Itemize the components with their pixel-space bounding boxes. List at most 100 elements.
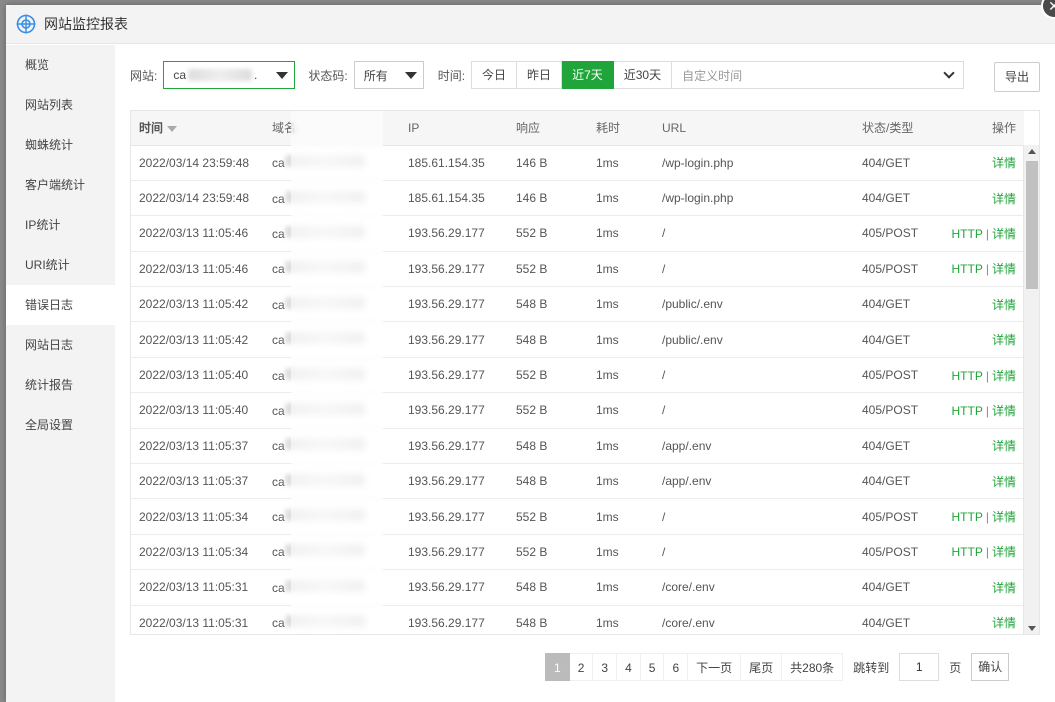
vertical-scrollbar[interactable] (1023, 145, 1039, 634)
cell-status: 404/GET (858, 569, 948, 606)
site-select[interactable]: ca . (163, 61, 296, 89)
scroll-down-icon[interactable] (1028, 626, 1036, 631)
time-range-tab[interactable]: 近30天 (613, 61, 673, 89)
sidebar-item[interactable]: 错误日志 (6, 285, 115, 325)
detail-link[interactable]: 详情 (992, 581, 1016, 595)
column-header: URL (658, 111, 858, 146)
table-row: 2022/03/13 11:05:40 ca 193.56.29.177 552 B1… (131, 357, 1024, 394)
detail-link[interactable]: 详情 (992, 262, 1016, 276)
http-link[interactable]: HTTP (952, 369, 983, 383)
cell-url: / (658, 357, 858, 394)
sidebar-item[interactable]: 蜘蛛统计 (6, 125, 115, 165)
page-number[interactable]: 3 (593, 653, 618, 681)
cell-ip: 193.56.29.177 (394, 321, 510, 358)
domain-prefix: ca (272, 297, 285, 312)
cell-url: / (658, 534, 858, 571)
sidebar-item[interactable]: 统计报告 (6, 365, 115, 405)
cell-url: /app/.env (658, 463, 858, 500)
jump-label: 跳转到 (853, 660, 890, 675)
page-number[interactable]: 4 (617, 653, 641, 681)
next-page-button[interactable]: 下一页 (688, 653, 742, 681)
detail-link[interactable]: 详情 (992, 227, 1016, 241)
detail-link[interactable]: 详情 (992, 192, 1016, 206)
detail-link[interactable]: 详情 (992, 369, 1016, 383)
page-number[interactable]: 6 (664, 653, 689, 681)
jump-page-input[interactable]: 1 (899, 653, 940, 681)
cell-cost: 1ms (590, 605, 658, 634)
cell-response: 548 B (510, 321, 590, 358)
page-number[interactable]: 2 (569, 653, 594, 681)
sidebar-item[interactable]: URI统计 (6, 245, 115, 285)
page-number[interactable]: 1 (545, 653, 570, 681)
cell-response: 548 B (510, 569, 590, 606)
sidebar-item[interactable]: 客户端统计 (6, 165, 115, 205)
cell-ip: 185.61.154.35 (394, 180, 510, 217)
site-label: 网站: (130, 68, 158, 83)
domain-prefix: ca (272, 262, 285, 277)
table-row: 2022/03/13 11:05:37 ca 193.56.29.177 548 B1… (131, 463, 1024, 500)
table-row: 2022/03/13 11:05:46 ca 193.56.29.177 552 B1… (131, 251, 1024, 288)
export-button[interactable]: 导出 (994, 62, 1040, 92)
detail-link[interactable]: 详情 (992, 439, 1016, 453)
cell-actions: HTTP | 详情 (948, 357, 1024, 394)
sidebar-item[interactable]: 全局设置 (6, 405, 115, 445)
cell-time: 2022/03/14 23:59:48 (131, 180, 268, 217)
cell-time: 2022/03/13 11:05:37 (131, 463, 268, 500)
domain-prefix: ca (272, 545, 285, 560)
time-range-tab[interactable]: 昨日 (517, 61, 563, 89)
detail-link[interactable]: 详情 (992, 156, 1016, 170)
sidebar-item[interactable]: 概览 (6, 45, 115, 85)
error-log-table: 时间 域名 IP 响应 耗时 URL 状态/类型 操作 2022/03/14 23:59:48… (130, 110, 1040, 635)
http-link[interactable]: HTTP (952, 404, 983, 418)
cell-cost: 1ms (590, 180, 658, 217)
cell-url: /core/.env (658, 569, 858, 606)
page-number[interactable]: 5 (640, 653, 665, 681)
detail-link[interactable]: 详情 (992, 475, 1016, 489)
table-row: 2022/03/14 23:59:48 ca 185.61.154.35 146 B1… (131, 145, 1024, 181)
cell-ip: 193.56.29.177 (394, 392, 510, 429)
cell-cost: 1ms (590, 534, 658, 571)
detail-link[interactable]: 详情 (992, 616, 1016, 630)
cell-url: / (658, 392, 858, 429)
globe-target-icon (16, 14, 36, 34)
sidebar-item[interactable]: IP统计 (6, 205, 115, 245)
confirm-button[interactable]: 确认 (971, 653, 1010, 681)
cell-ip: 193.56.29.177 (394, 251, 510, 288)
detail-link[interactable]: 详情 (992, 333, 1016, 347)
detail-link[interactable]: 详情 (992, 545, 1016, 559)
http-link[interactable]: HTTP (952, 545, 983, 559)
http-link[interactable]: HTTP (952, 510, 983, 524)
detail-link[interactable]: 详情 (992, 510, 1016, 524)
cell-actions: HTTP | 详情 (948, 392, 1024, 429)
sidebar-item[interactable]: 网站日志 (6, 325, 115, 365)
time-range-tab[interactable]: 今日 (471, 61, 518, 89)
cell-response: 548 B (510, 286, 590, 323)
cell-cost: 1ms (590, 286, 658, 323)
cell-actions: 详情 (948, 145, 1024, 181)
last-page-button[interactable]: 尾页 (741, 653, 783, 681)
cell-ip: 193.56.29.177 (394, 428, 510, 465)
title-bar: 网站监控报表 (6, 5, 1055, 44)
sidebar-item[interactable]: 网站列表 (6, 85, 115, 125)
detail-link[interactable]: 详情 (992, 298, 1016, 312)
column-header[interactable]: 时间 (131, 111, 268, 146)
status-select-value: 所有 (363, 68, 388, 83)
cell-actions: HTTP | 详情 (948, 534, 1024, 571)
sort-desc-icon[interactable] (167, 126, 178, 133)
status-select[interactable]: 所有 (353, 61, 424, 89)
custom-time-input[interactable]: 自定义时间 (672, 61, 965, 89)
cell-cost: 1ms (590, 392, 658, 429)
time-label: 时间: (437, 68, 466, 83)
table-row: 2022/03/13 11:05:31 ca 193.56.29.177 548 B1… (131, 569, 1024, 606)
scrollbar-thumb[interactable] (1026, 161, 1038, 289)
column-header: 响应 (510, 111, 590, 146)
http-link[interactable]: HTTP (952, 227, 983, 241)
table-row: 2022/03/13 11:05:37 ca 193.56.29.177 548 B1… (131, 428, 1024, 465)
domain-prefix: ca (272, 403, 285, 418)
http-link[interactable]: HTTP (952, 262, 983, 276)
cell-cost: 1ms (590, 251, 658, 288)
scroll-up-icon[interactable] (1028, 149, 1036, 154)
column-header: 耗时 (590, 111, 658, 146)
time-range-tab[interactable]: 近7天 (562, 61, 614, 89)
detail-link[interactable]: 详情 (992, 404, 1016, 418)
